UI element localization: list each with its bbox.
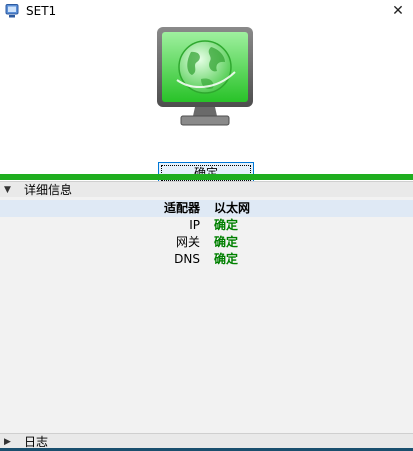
details-key: 网关 bbox=[175, 235, 200, 249]
details-section-header[interactable]: ▼ 详细信息 bbox=[0, 181, 413, 197]
title-bar: SET1 ✕ bbox=[0, 0, 413, 22]
caret-down-icon: ▼ bbox=[4, 185, 11, 195]
details-row: DNS 确定 bbox=[0, 251, 413, 268]
details-panel: 适配器 以太网 IP 确定 网关 确定 DNS 确定 bbox=[0, 197, 413, 433]
details-row: 网关 确定 bbox=[0, 234, 413, 251]
details-value: 确定 bbox=[214, 252, 239, 266]
globe-monitor-icon bbox=[157, 27, 253, 126]
window-title: SET1 bbox=[26, 4, 57, 18]
details-value: 以太网 bbox=[214, 201, 251, 215]
details-row: IP 确定 bbox=[0, 217, 413, 234]
details-key: DNS bbox=[174, 252, 200, 266]
status-bar bbox=[0, 174, 413, 180]
log-section-header[interactable]: ▶ 日志 bbox=[0, 433, 413, 449]
close-icon[interactable]: ✕ bbox=[383, 0, 413, 22]
details-key: IP bbox=[189, 218, 200, 232]
details-value: 确定 bbox=[214, 218, 239, 232]
caret-right-icon: ▶ bbox=[4, 437, 11, 447]
details-section-title: 详细信息 bbox=[24, 183, 73, 197]
app-monitor-icon bbox=[5, 4, 19, 18]
details-value: 确定 bbox=[214, 235, 239, 249]
details-key: 适配器 bbox=[163, 201, 200, 215]
details-header-row: 适配器 以太网 bbox=[0, 200, 413, 217]
hero-panel: 确定 bbox=[0, 22, 413, 184]
